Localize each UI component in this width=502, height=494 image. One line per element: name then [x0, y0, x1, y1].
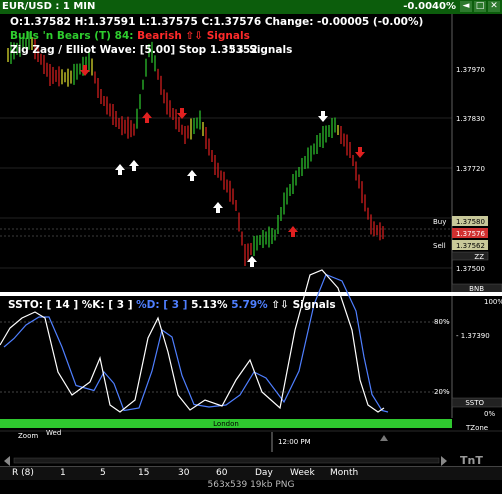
ohlc-readout: O:1.37582 H:1.37591 L:1.37575 C:1.37576 …: [10, 16, 424, 28]
zz-label: ZZ: [474, 253, 484, 261]
ssto-price-inline: - 1.37390: [456, 332, 490, 340]
sell-arrow-icon: [355, 147, 365, 158]
buy-arrow-icon: [187, 170, 197, 181]
last-price: 1.37576: [456, 230, 485, 238]
zoom-out-icon[interactable]: [4, 456, 10, 466]
ssto-20-inline: 20%: [434, 388, 450, 396]
bnb-label: BNB: [469, 285, 484, 293]
noon-label: 12:00 PM: [278, 438, 311, 446]
image-caption: 563x539 19kb PNG: [0, 480, 502, 494]
zigzag-signals: ⇧⇩ Signals: [228, 44, 293, 56]
ssto-d-value: 5.79%: [231, 299, 268, 311]
price-chart[interactable]: 1.37970 1.37830 1.37720 1.37500 Buy 1.37…: [0, 0, 502, 494]
scroll-marker-icon[interactable]: [380, 435, 388, 441]
ssto-axis-0: 0%: [484, 410, 495, 418]
pane-separator: [0, 292, 502, 296]
buy-arrow-icon: [142, 112, 152, 123]
zoom-left-label: Zoom: [18, 432, 38, 440]
ssto-tag: SSTO: [465, 399, 484, 407]
ssto-d-label: %D: [ 3 ]: [136, 299, 188, 311]
day-label: Wed: [46, 429, 61, 437]
bulls-signals-label: Signals: [206, 30, 250, 42]
ssto-axis-100: 100%: [484, 298, 502, 306]
price-tick: 1.37970: [456, 66, 485, 74]
timeframe-day[interactable]: Day: [255, 468, 273, 478]
sell-label: Sell: [433, 242, 446, 250]
ssto-signals: ⇧⇩ Signals: [271, 299, 336, 311]
buy-arrow-icon: [213, 202, 223, 213]
price-tick: 1.37720: [456, 165, 485, 173]
timeframe-5[interactable]: 5: [100, 468, 106, 478]
ssto-prefix: SSTO: [ 14 ] %K: [ 3 ]: [8, 299, 133, 311]
timeframe-60[interactable]: 60: [216, 468, 227, 478]
price-bars: [7, 31, 384, 266]
timeframe-1[interactable]: 1: [60, 468, 66, 478]
bulls-bears-legend: Bulls 'n Bears (T) 84: Bearish ⇧⇩ Signal…: [10, 30, 250, 42]
ssto-legend: SSTO: [ 14 ] %K: [ 3 ] %D: [ 3 ] 5.13% 5…: [8, 299, 336, 311]
bulls-prefix: Bulls 'n Bears (T) 84:: [10, 30, 134, 42]
ssto-k-line: [0, 269, 385, 413]
price-tick: 1.37830: [456, 115, 485, 123]
zigzag-legend: Zig Zag / Elliot Wave: [5.00] Stop 1.353…: [10, 44, 258, 56]
buy-arrow-icon: [129, 160, 139, 171]
buy-price: 1.37580: [456, 218, 485, 226]
timeframe-r8[interactable]: R (8): [12, 468, 34, 478]
buy-arrow-icon: [288, 226, 298, 237]
signal-arrows: [80, 65, 365, 267]
price-tick: 1.37500: [456, 265, 485, 273]
ssto-80-inline: 80%: [434, 318, 450, 326]
sell-arrow-icon: [318, 111, 328, 122]
timeframe-month[interactable]: Month: [330, 468, 358, 478]
time-scrollbar[interactable]: [13, 457, 440, 464]
bulls-state: Bearish: [137, 30, 182, 42]
zoom-in-icon[interactable]: [441, 456, 447, 466]
timeframe-week[interactable]: Week: [290, 468, 315, 478]
buy-arrow-icon: [115, 164, 125, 175]
buy-label: Buy: [433, 218, 446, 226]
ssto-k-value: 5.13%: [191, 299, 228, 311]
signal-arrows-icon: ⇧⇩: [185, 30, 204, 42]
timeframe-30[interactable]: 30: [178, 468, 189, 478]
session-label: London: [213, 420, 239, 428]
sell-price: 1.37562: [456, 242, 485, 250]
timeframe-bar: R (8) 1 5 15 30 60 Day Week Month: [0, 466, 502, 481]
timeframe-15[interactable]: 15: [138, 468, 149, 478]
